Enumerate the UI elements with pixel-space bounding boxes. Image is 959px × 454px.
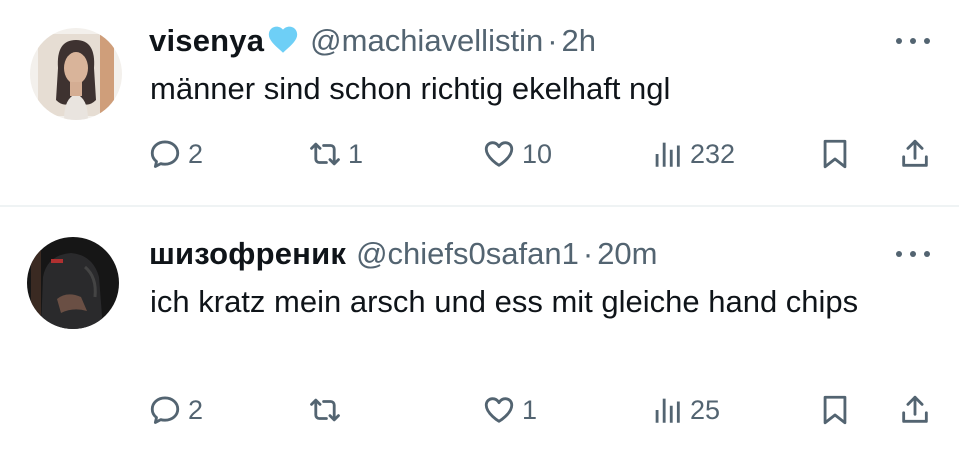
like-button[interactable]: 1 bbox=[482, 388, 537, 432]
bookmark-button[interactable] bbox=[818, 132, 852, 176]
views-bars-icon bbox=[655, 398, 680, 423]
retweet-icon bbox=[310, 142, 340, 166]
action-bar: 2 1 25 bbox=[148, 388, 938, 432]
action-bar: 2 1 10 232 bbox=[148, 132, 938, 176]
reply-bubble-icon bbox=[150, 140, 180, 168]
retweet-count: 1 bbox=[348, 138, 364, 169]
reply-count: 2 bbox=[188, 138, 204, 169]
separator-dot: · bbox=[582, 236, 594, 271]
views-bars-icon bbox=[655, 142, 680, 167]
retweet-button[interactable]: 1 bbox=[308, 132, 363, 176]
retweet-icon bbox=[310, 398, 340, 422]
like-count: 1 bbox=[522, 394, 538, 425]
more-dots-icon[interactable] bbox=[893, 34, 933, 48]
reply-button[interactable]: 2 bbox=[148, 388, 203, 432]
avatar[interactable] bbox=[30, 28, 122, 120]
like-button[interactable]: 10 bbox=[482, 132, 552, 176]
display-name[interactable]: visenya bbox=[149, 23, 264, 58]
heart-outline-icon bbox=[484, 141, 514, 167]
like-count: 10 bbox=[522, 138, 553, 169]
bookmark-icon bbox=[823, 139, 847, 169]
share-button[interactable] bbox=[898, 388, 932, 432]
handle[interactable]: @chiefs0safan1 bbox=[356, 236, 579, 271]
handle[interactable]: @machiavellistin bbox=[310, 23, 543, 58]
bookmark-button[interactable] bbox=[818, 388, 852, 432]
view-count: 232 bbox=[690, 138, 736, 169]
reply-bubble-icon bbox=[150, 396, 180, 424]
tweet-text: männer sind schon richtig ekelhaft ngl bbox=[150, 71, 671, 106]
tweet[interactable]: visenya @machiavellistin · 2h männer sind s… bbox=[0, 0, 959, 206]
view-count: 25 bbox=[690, 394, 721, 425]
share-upload-icon bbox=[902, 139, 928, 167]
display-name[interactable]: шизофреник bbox=[149, 236, 346, 271]
more-dots-icon[interactable] bbox=[893, 247, 933, 261]
reply-count: 2 bbox=[188, 394, 204, 425]
share-button[interactable] bbox=[898, 132, 932, 176]
retweet-button[interactable] bbox=[308, 388, 348, 432]
tweet-header: visenya @machiavellistin · 2h bbox=[149, 22, 596, 60]
separator-dot: · bbox=[547, 23, 558, 58]
tweet-header: шизофреник @chiefs0safan1 · 20m bbox=[149, 235, 658, 273]
light-blue-heart-icon bbox=[268, 26, 298, 53]
reply-button[interactable]: 2 bbox=[148, 132, 203, 176]
tweet-text: ich kratz mein arsch und ess mit gleiche… bbox=[150, 284, 859, 319]
heart-outline-icon bbox=[484, 397, 514, 423]
views-button[interactable]: 25 bbox=[650, 388, 720, 432]
views-button[interactable]: 232 bbox=[650, 132, 735, 176]
tweet[interactable]: шизофреник @chiefs0safan1 · 20m ich kratz m… bbox=[0, 207, 959, 454]
share-upload-icon bbox=[902, 395, 928, 423]
timestamp[interactable]: 2h bbox=[562, 23, 596, 58]
timestamp[interactable]: 20m bbox=[597, 236, 657, 271]
avatar[interactable] bbox=[27, 237, 119, 329]
bookmark-icon bbox=[823, 395, 847, 425]
